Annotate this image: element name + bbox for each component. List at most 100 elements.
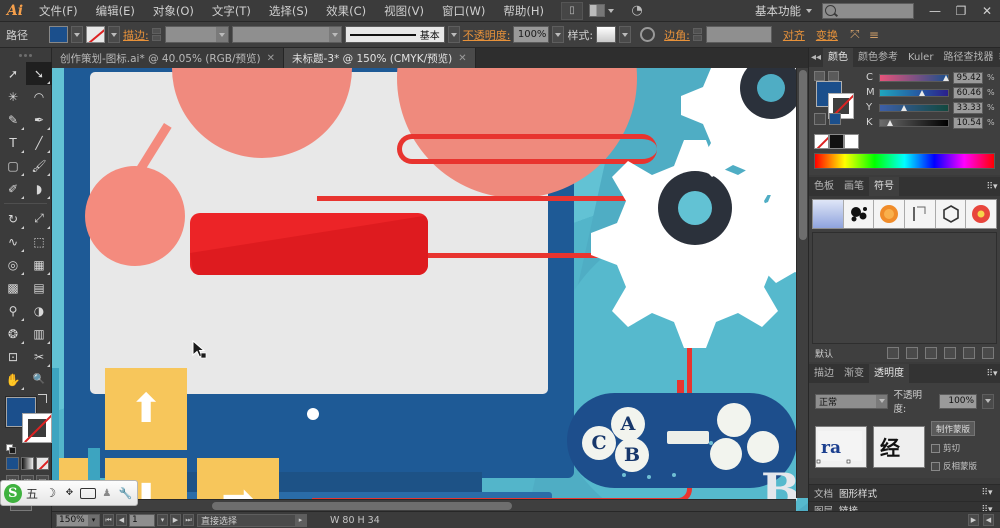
tab-gradient[interactable]: 渐变 xyxy=(839,364,869,383)
panel-menu-icon[interactable]: ≡ xyxy=(866,27,882,43)
prev-artboard-button[interactable]: ◀ xyxy=(116,514,127,526)
tab-symbols[interactable]: 符号 xyxy=(869,177,899,196)
free-transform-tool[interactable]: ⬚ xyxy=(26,230,52,253)
tab-color[interactable]: 颜色 xyxy=(823,48,853,67)
artboard-dropdown-icon[interactable]: ▾ xyxy=(157,514,168,526)
clip-checkbox-row[interactable]: 剪切 xyxy=(931,442,977,454)
canvas-horizontal-scrollbar[interactable] xyxy=(52,499,796,511)
graphic-style-swatch[interactable] xyxy=(596,26,616,43)
perspective-grid-tool[interactable]: ▦ xyxy=(26,253,52,276)
invert-mask-checkbox-row[interactable]: 反相蒙版 xyxy=(931,460,977,472)
direct-selection-tool[interactable]: ➘ xyxy=(26,62,52,85)
stroke-style-field[interactable]: 基本 xyxy=(345,26,445,43)
ime-expression-icon[interactable]: ✥ xyxy=(61,484,78,503)
gradient-mode-button[interactable] xyxy=(21,457,34,470)
none-color-icon[interactable] xyxy=(814,113,826,125)
tab-kuler[interactable]: Kuler xyxy=(903,48,938,67)
stroke-profile-field[interactable] xyxy=(232,26,342,43)
status-prev-icon[interactable]: ◀ xyxy=(983,514,994,526)
sogou-logo-icon[interactable]: S xyxy=(4,484,22,503)
blend-mode-select[interactable]: 正常 xyxy=(815,394,888,409)
channel-slider-m[interactable] xyxy=(879,89,949,97)
panel-menu-icon[interactable]: ⠿▾ xyxy=(984,182,1000,192)
symbol-delete-icon[interactable] xyxy=(982,347,994,359)
width-tool[interactable]: ∿ xyxy=(0,230,26,253)
shape-builder-tool[interactable]: ◎ xyxy=(0,253,26,276)
blob-brush-tool[interactable]: ◗ xyxy=(26,177,52,200)
stroke-weight-field[interactable] xyxy=(165,26,229,43)
ime-keyboard-icon[interactable] xyxy=(80,484,97,503)
isolate-icon[interactable]: ⤧ xyxy=(847,27,863,43)
menu-help[interactable]: 帮助(H) xyxy=(494,0,553,22)
black-swatch[interactable] xyxy=(829,134,844,149)
close-icon[interactable]: ✕ xyxy=(267,53,275,64)
rectangle-tool[interactable]: ▢ xyxy=(0,154,26,177)
bridge-icon[interactable]: ▯ xyxy=(561,2,583,20)
symbol-options-icon[interactable] xyxy=(944,347,956,359)
pencil-tool[interactable]: ✐ xyxy=(0,177,26,200)
canvas-horizontal-scroll-thumb[interactable] xyxy=(212,502,512,510)
opacity-label[interactable]: 不透明度: xyxy=(463,27,511,43)
corner-field[interactable] xyxy=(706,26,772,43)
ime-mode-chinese[interactable]: 五 xyxy=(24,484,41,503)
chevron-down-icon[interactable]: ▾ xyxy=(88,515,99,526)
panel-menu-icon[interactable]: ⠿▾ xyxy=(984,369,1000,379)
last-artboard-button[interactable]: ⏭ xyxy=(183,514,194,526)
symbol-library-icon[interactable] xyxy=(887,347,899,359)
menu-file[interactable]: 文件(F) xyxy=(30,0,87,22)
artboard[interactable]: ⬆ ⬅ ⬇ ➡ A B C xyxy=(52,68,808,511)
menu-view[interactable]: 视图(V) xyxy=(375,0,433,22)
symbol-orange-sphere-icon[interactable] xyxy=(874,200,905,228)
symbol-red-flower-icon[interactable] xyxy=(966,200,996,228)
default-fill-stroke-icon[interactable] xyxy=(6,444,17,455)
tab-pathfinder[interactable]: 路径查找器 xyxy=(938,48,998,67)
menu-window[interactable]: 窗口(W) xyxy=(433,0,494,22)
canvas-area[interactable]: ⬆ ⬅ ⬇ ➡ A B C xyxy=(52,68,808,511)
clip-checkbox[interactable] xyxy=(931,444,940,453)
stroke-weight-label[interactable]: 描边: xyxy=(123,27,149,43)
ime-moon-icon[interactable]: ☽ xyxy=(42,484,59,503)
eyedropper-tool[interactable]: ⚲ xyxy=(0,299,26,322)
color-mode-button[interactable] xyxy=(6,457,19,470)
artboard-tool[interactable]: ⊡ xyxy=(0,345,26,368)
slider-knob[interactable] xyxy=(943,73,950,84)
invert-mask-checkbox[interactable] xyxy=(931,462,940,471)
tab-document[interactable]: 文档 xyxy=(814,486,833,500)
mesh-tool[interactable]: ▩ xyxy=(0,276,26,299)
canvas-vertical-scrollbar[interactable] xyxy=(796,68,808,498)
tab-graphic-styles[interactable]: 图形样式 xyxy=(839,486,877,500)
close-button[interactable]: ✕ xyxy=(974,0,1000,22)
lasso-tool[interactable]: ◠ xyxy=(26,85,52,108)
status-tool-select[interactable]: 直接选择 ▸ xyxy=(197,514,307,527)
selection-tool[interactable]: ➚ xyxy=(0,62,26,85)
tab-brushes[interactable]: 画笔 xyxy=(839,177,869,196)
menu-select[interactable]: 选择(S) xyxy=(260,0,317,22)
minimize-button[interactable]: — xyxy=(922,0,948,22)
status-next-icon[interactable]: ▶ xyxy=(968,514,979,526)
tab-color-guide[interactable]: 颜色参考 xyxy=(853,48,903,67)
line-segment-tool[interactable]: ╱ xyxy=(26,131,52,154)
chevron-right-icon[interactable]: ▸ xyxy=(295,515,306,526)
canvas-vertical-scroll-thumb[interactable] xyxy=(799,70,807,240)
slice-tool[interactable]: ✂ xyxy=(26,345,52,368)
symbol-sprayer-tool[interactable]: ❂ xyxy=(0,322,26,345)
blend-tool[interactable]: ◑ xyxy=(26,299,52,322)
type-tool[interactable]: T xyxy=(0,131,26,154)
toolbar-stroke-swatch[interactable] xyxy=(22,413,52,443)
zoom-level-field[interactable]: 150% ▾ xyxy=(56,514,100,527)
panel-menu-icon[interactable]: ⠿▾ xyxy=(979,488,995,498)
document-tab-2[interactable]: 未标题-3* @ 150% (CMYK/预览) ✕ xyxy=(284,48,476,68)
tools-panel-grip[interactable] xyxy=(0,48,51,62)
opacity-field[interactable]: 100% xyxy=(513,26,549,43)
align-label[interactable]: 对齐 xyxy=(783,27,805,43)
rotate-tool[interactable]: ↻ xyxy=(0,207,26,230)
channel-value-c[interactable]: 95.42 xyxy=(953,72,983,84)
zoom-tool[interactable]: 🔍 xyxy=(26,368,52,391)
symbol-gradient-bar-icon[interactable] xyxy=(813,200,844,228)
symbols-list-area[interactable] xyxy=(812,232,997,344)
next-artboard-button[interactable]: ▶ xyxy=(170,514,181,526)
symbol-new-icon[interactable] xyxy=(963,347,975,359)
transparency-artwork-thumbnail[interactable]: ra xyxy=(815,426,867,468)
symbol-splatter-icon[interactable] xyxy=(844,200,875,228)
channel-slider-y[interactable] xyxy=(879,104,949,112)
